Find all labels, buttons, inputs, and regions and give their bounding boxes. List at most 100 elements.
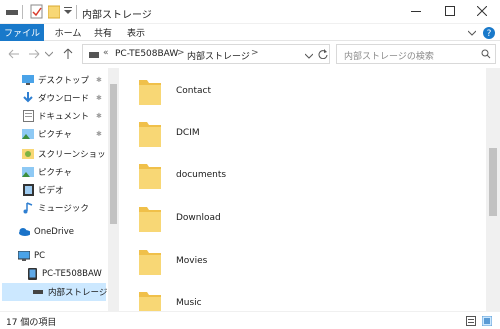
help-button[interactable]: ?: [482, 24, 496, 41]
address-drive-icon: [89, 51, 99, 61]
new-folder-icon[interactable]: [47, 5, 61, 22]
folder-icon: [138, 76, 162, 106]
content-scrollbar[interactable]: [486, 68, 500, 311]
sidebar-item-label: ダウンロード: [38, 94, 90, 104]
large-icons-view-icon[interactable]: [481, 315, 493, 329]
search-icon[interactable]: [481, 49, 491, 62]
pc-icon: [18, 250, 30, 262]
tab-home[interactable]: ホーム: [52, 24, 84, 41]
pictures-folder-icon: [22, 166, 34, 178]
pin-icon: ✱: [96, 76, 102, 84]
folder-icon: [138, 246, 162, 276]
back-button[interactable]: [6, 46, 22, 62]
device-icon: [26, 268, 38, 280]
separator-icon: [76, 5, 78, 22]
sidebar-item-pictures[interactable]: ピクチャ: [22, 125, 72, 143]
folder-icon: [138, 288, 162, 311]
folder-icon: [138, 160, 162, 190]
forward-button[interactable]: [26, 46, 42, 62]
minimize-button[interactable]: [402, 0, 430, 22]
file-name: Contact: [176, 86, 212, 96]
screenshot-folder-icon: [22, 148, 34, 160]
up-button[interactable]: [60, 46, 76, 62]
file-name: DCIM: [176, 128, 200, 138]
file-name: documents: [176, 170, 227, 180]
details-view-icon[interactable]: [466, 316, 476, 329]
documents-icon: [22, 110, 34, 122]
nav-scrollbar-thumb[interactable]: [110, 84, 117, 224]
tab-file[interactable]: ファイル: [0, 24, 44, 41]
video-icon: [22, 184, 34, 196]
content-scrollbar-thumb[interactable]: [489, 148, 497, 216]
address-bar[interactable]: « PC-TE508BAW > 内部ストレージ >: [82, 44, 330, 64]
status-bar: 17 個の項目: [0, 311, 500, 329]
folder-icon: [138, 118, 162, 148]
ribbon-tabs: ファイル ホーム 共有 表示 ?: [0, 24, 500, 41]
close-button[interactable]: [468, 0, 496, 22]
list-item[interactable]: documents: [138, 158, 226, 192]
sidebar-item-documents[interactable]: ドキュメント: [22, 107, 89, 125]
svg-text:?: ?: [487, 29, 492, 39]
file-list: Contact DCIM documents Download Movies M…: [120, 68, 486, 311]
breadcrumb-separator[interactable]: >: [251, 48, 259, 58]
address-overflow[interactable]: «: [103, 48, 109, 58]
file-name: Movies: [176, 256, 208, 266]
sidebar-item-internal-storage[interactable]: 内部ストレージ: [2, 283, 108, 301]
sidebar-item-pictures-folder[interactable]: ピクチャ: [22, 163, 72, 181]
sidebar-item-videos[interactable]: ビデオ: [22, 181, 64, 199]
pin-icon: ✱: [96, 94, 102, 102]
breadcrumb-separator[interactable]: >: [177, 48, 185, 58]
tab-view[interactable]: 表示: [122, 24, 150, 41]
desktop-icon: [22, 74, 34, 86]
list-item[interactable]: Contact: [138, 74, 211, 108]
download-icon: [22, 92, 34, 104]
search-box[interactable]: 内部ストレージの検索: [336, 44, 496, 64]
storage-window-icon: [6, 8, 18, 19]
sidebar-item-device[interactable]: PC-TE508BAW: [26, 265, 102, 283]
sidebar-item-label: スクリーンショット: [38, 150, 108, 160]
sidebar-item-pc[interactable]: PC: [18, 247, 45, 265]
maximize-button[interactable]: [436, 0, 464, 22]
music-icon: [22, 202, 34, 214]
sidebar-item-label: ミュージック: [38, 204, 89, 214]
item-count: 17 個の項目: [6, 318, 57, 328]
storage-icon: [32, 286, 44, 298]
file-name: Download: [176, 213, 221, 223]
customize-dropdown-icon[interactable]: [64, 6, 72, 19]
list-item[interactable]: DCIM: [138, 116, 200, 150]
sidebar-item-label: PC: [34, 251, 46, 261]
sidebar-item-desktop[interactable]: デスクトップ: [22, 71, 89, 89]
onedrive-icon: [18, 226, 30, 238]
sidebar-item-label: 内部ストレージ: [48, 288, 108, 298]
file-name: Music: [176, 298, 202, 308]
properties-icon[interactable]: [30, 4, 44, 23]
sidebar-item-label: PC-TE508BAW: [42, 269, 102, 279]
sidebar-item-label: デスクトップ: [38, 76, 90, 86]
sidebar-item-music[interactable]: ミュージック: [22, 199, 89, 217]
recent-locations-button[interactable]: [44, 46, 54, 62]
window-title: 内部ストレージ: [82, 10, 152, 21]
sidebar-item-label: OneDrive: [34, 227, 74, 237]
title-bar: 内部ストレージ: [0, 0, 500, 24]
breadcrumb-internal-storage[interactable]: 内部ストレージ: [187, 49, 250, 62]
sidebar-item-downloads[interactable]: ダウンロード: [22, 89, 89, 107]
breadcrumb-pc[interactable]: PC-TE508BAW: [115, 49, 178, 59]
sidebar-item-onedrive[interactable]: OneDrive: [18, 223, 74, 241]
sidebar-item-screenshots[interactable]: スクリーンショット: [22, 145, 108, 163]
address-dropdown-icon[interactable]: [304, 52, 314, 62]
list-item[interactable]: Movies: [138, 244, 207, 278]
folder-icon: [138, 203, 162, 233]
tab-share[interactable]: 共有: [92, 24, 114, 41]
list-item[interactable]: Download: [138, 201, 221, 235]
list-item[interactable]: Music: [138, 286, 202, 311]
pin-icon: ✱: [96, 130, 102, 138]
pin-icon: ✱: [96, 112, 102, 120]
navigation-pane: デスクトップ ✱ ダウンロード ✱ ドキュメント ✱ ピクチャ ✱ スクリーンシ…: [0, 68, 108, 311]
refresh-icon[interactable]: [318, 49, 328, 62]
separator-icon: [22, 5, 24, 22]
pictures-icon: [22, 128, 34, 140]
sidebar-item-label: ビデオ: [38, 186, 64, 196]
expand-ribbon-button[interactable]: [466, 24, 478, 41]
search-input[interactable]: 内部ストレージの検索: [344, 49, 434, 62]
nav-scrollbar[interactable]: [108, 68, 119, 311]
